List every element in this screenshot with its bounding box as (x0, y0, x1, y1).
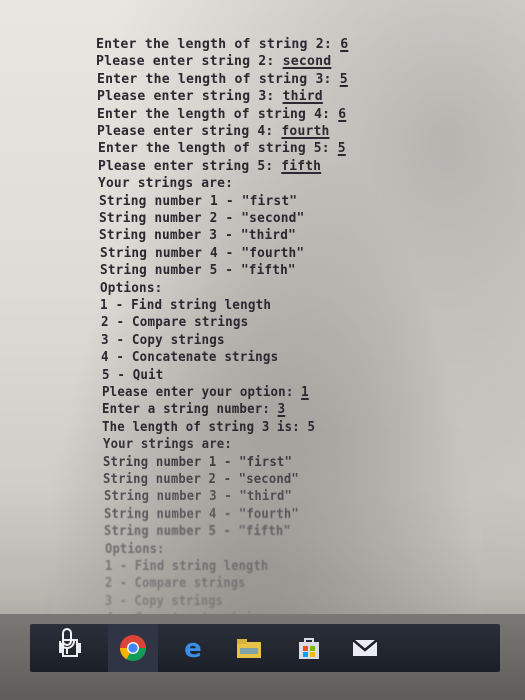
console-prompt: Enter the length of string 4: (97, 106, 339, 122)
console-line: 2 - Compare strings (101, 315, 248, 330)
console-prompt: 5 - Quit (101, 367, 164, 383)
console-line: 1 - Find string length (100, 298, 271, 313)
console-line: Please enter string 5: fifth (98, 159, 321, 174)
console-line: Please enter string 4: fourth (97, 124, 330, 139)
mail-icon[interactable] (342, 624, 388, 672)
console-line: String number 1 - "first" (99, 194, 297, 209)
console-line: String number 4 - "fourth" (104, 507, 299, 522)
console-prompt: 3 - Copy strings (101, 332, 225, 348)
console-line: String number 3 - "third" (99, 228, 296, 243)
console-prompt: 1 - Find string length (104, 559, 269, 574)
console-prompt: String number 2 - "second" (103, 472, 300, 487)
console-prompt: Enter the length of string 2: (96, 37, 341, 52)
console-input-value: 6 (338, 106, 347, 122)
console-line: Your strings are: (98, 176, 233, 191)
console-prompt: The length of string 3 is: 5 (102, 419, 316, 435)
console-prompt: 1 - Find string length (100, 298, 272, 313)
console-input-value: fourth (281, 124, 330, 139)
console-line: String number 1 - "first" (103, 455, 292, 470)
console-prompt: Please enter your option: (101, 385, 302, 400)
console-line: String number 5 - "fifth" (104, 524, 291, 539)
console-line: 4 - Concatenate strings (101, 350, 278, 365)
console-line: String number 3 - "third" (104, 489, 292, 504)
chrome-icon[interactable] (108, 624, 158, 672)
console-prompt: Your strings are: (102, 437, 232, 453)
console-line: 1 - Find string length (105, 559, 268, 574)
console-prompt: Please enter string 3: (96, 89, 283, 105)
console-line: Enter the length of string 3: 5 (97, 72, 348, 87)
console-line: Options: (105, 542, 165, 557)
console-prompt: 3 - Copy strings (105, 593, 224, 609)
console-line: Enter a string number: 3 (102, 402, 285, 417)
console-line: Enter the length of string 5: 5 (98, 141, 346, 156)
console-prompt: Options: (104, 541, 165, 557)
console-input-value: third (282, 89, 323, 105)
console-line: 3 - Copy strings (101, 333, 225, 348)
console-prompt: 2 - Compare strings (105, 576, 246, 592)
console-input-value: 5 (339, 71, 348, 87)
store-icon[interactable] (286, 624, 332, 672)
console-prompt: Please enter string 4: (97, 124, 282, 139)
console-window: Enter the length of string 2: 6 Please en… (52, 0, 482, 614)
console-line: String number 2 - "second" (99, 211, 305, 226)
console-prompt: Options: (100, 280, 163, 296)
console-line: Please enter string 3: third (97, 89, 323, 104)
console-prompt: String number 3 - "third" (103, 489, 292, 505)
edge-icon[interactable]: e (170, 624, 216, 672)
console-line: Please enter string 2: second (96, 54, 331, 69)
svg-text:e: e (184, 634, 202, 662)
console-prompt: String number 1 - "first" (98, 193, 297, 209)
console-line: Enter the length of string 4: 6 (97, 107, 346, 122)
console-prompt: 2 - Compare strings (100, 315, 249, 331)
console-line: Your strings are: (103, 437, 232, 452)
console-prompt: String number 5 - "fifth" (104, 524, 292, 540)
console-line: String number 2 - "second" (103, 472, 299, 487)
console-input-value: 3 (277, 402, 286, 418)
console-line: The length of string 3 is: 5 (102, 420, 315, 435)
console-prompt: Enter the length of string 5: (97, 141, 338, 157)
console-line: Please enter your option: 1 (102, 385, 309, 400)
console-line: 5 - Quit (102, 368, 163, 383)
console-prompt: Please enter string 5: (98, 158, 282, 174)
console-input-value: 1 (301, 385, 309, 400)
console-line: String number 4 - "fourth" (100, 246, 304, 261)
console-prompt: String number 1 - "first" (103, 454, 293, 470)
console-line: Options: (100, 281, 162, 296)
console-input-value: fifth (281, 158, 322, 174)
console-prompt: String number 5 - "fifth" (99, 263, 296, 279)
console-prompt: Your strings are: (98, 176, 234, 192)
console-prompt: String number 3 - "third" (99, 228, 297, 244)
console-prompt: String number 4 - "fourth" (103, 506, 299, 522)
console-line: 2 - Compare strings (105, 576, 246, 591)
taskbar-bar: e (30, 624, 500, 672)
console-prompt: Enter a string number: (102, 402, 278, 418)
console-line: String number 5 - "fifth" (100, 263, 296, 278)
console-prompt: String number 4 - "fourth" (99, 245, 304, 261)
console-prompt: Please enter string 2: (96, 54, 283, 70)
file-explorer-icon[interactable] (226, 624, 272, 672)
console-prompt: String number 2 - "second" (98, 211, 305, 226)
console-prompt: Enter the length of string 3: (96, 71, 340, 87)
console-prompt: 4 - Concatenate strings (101, 350, 279, 366)
console-line: Enter the length of string 2: 6 (96, 37, 348, 52)
microphone-icon[interactable] (52, 622, 82, 662)
console-input-value: second (282, 54, 332, 70)
console-input-value: 5 (337, 141, 346, 157)
console-input-value: 6 (340, 37, 349, 52)
console-line: 3 - Copy strings (105, 594, 223, 609)
